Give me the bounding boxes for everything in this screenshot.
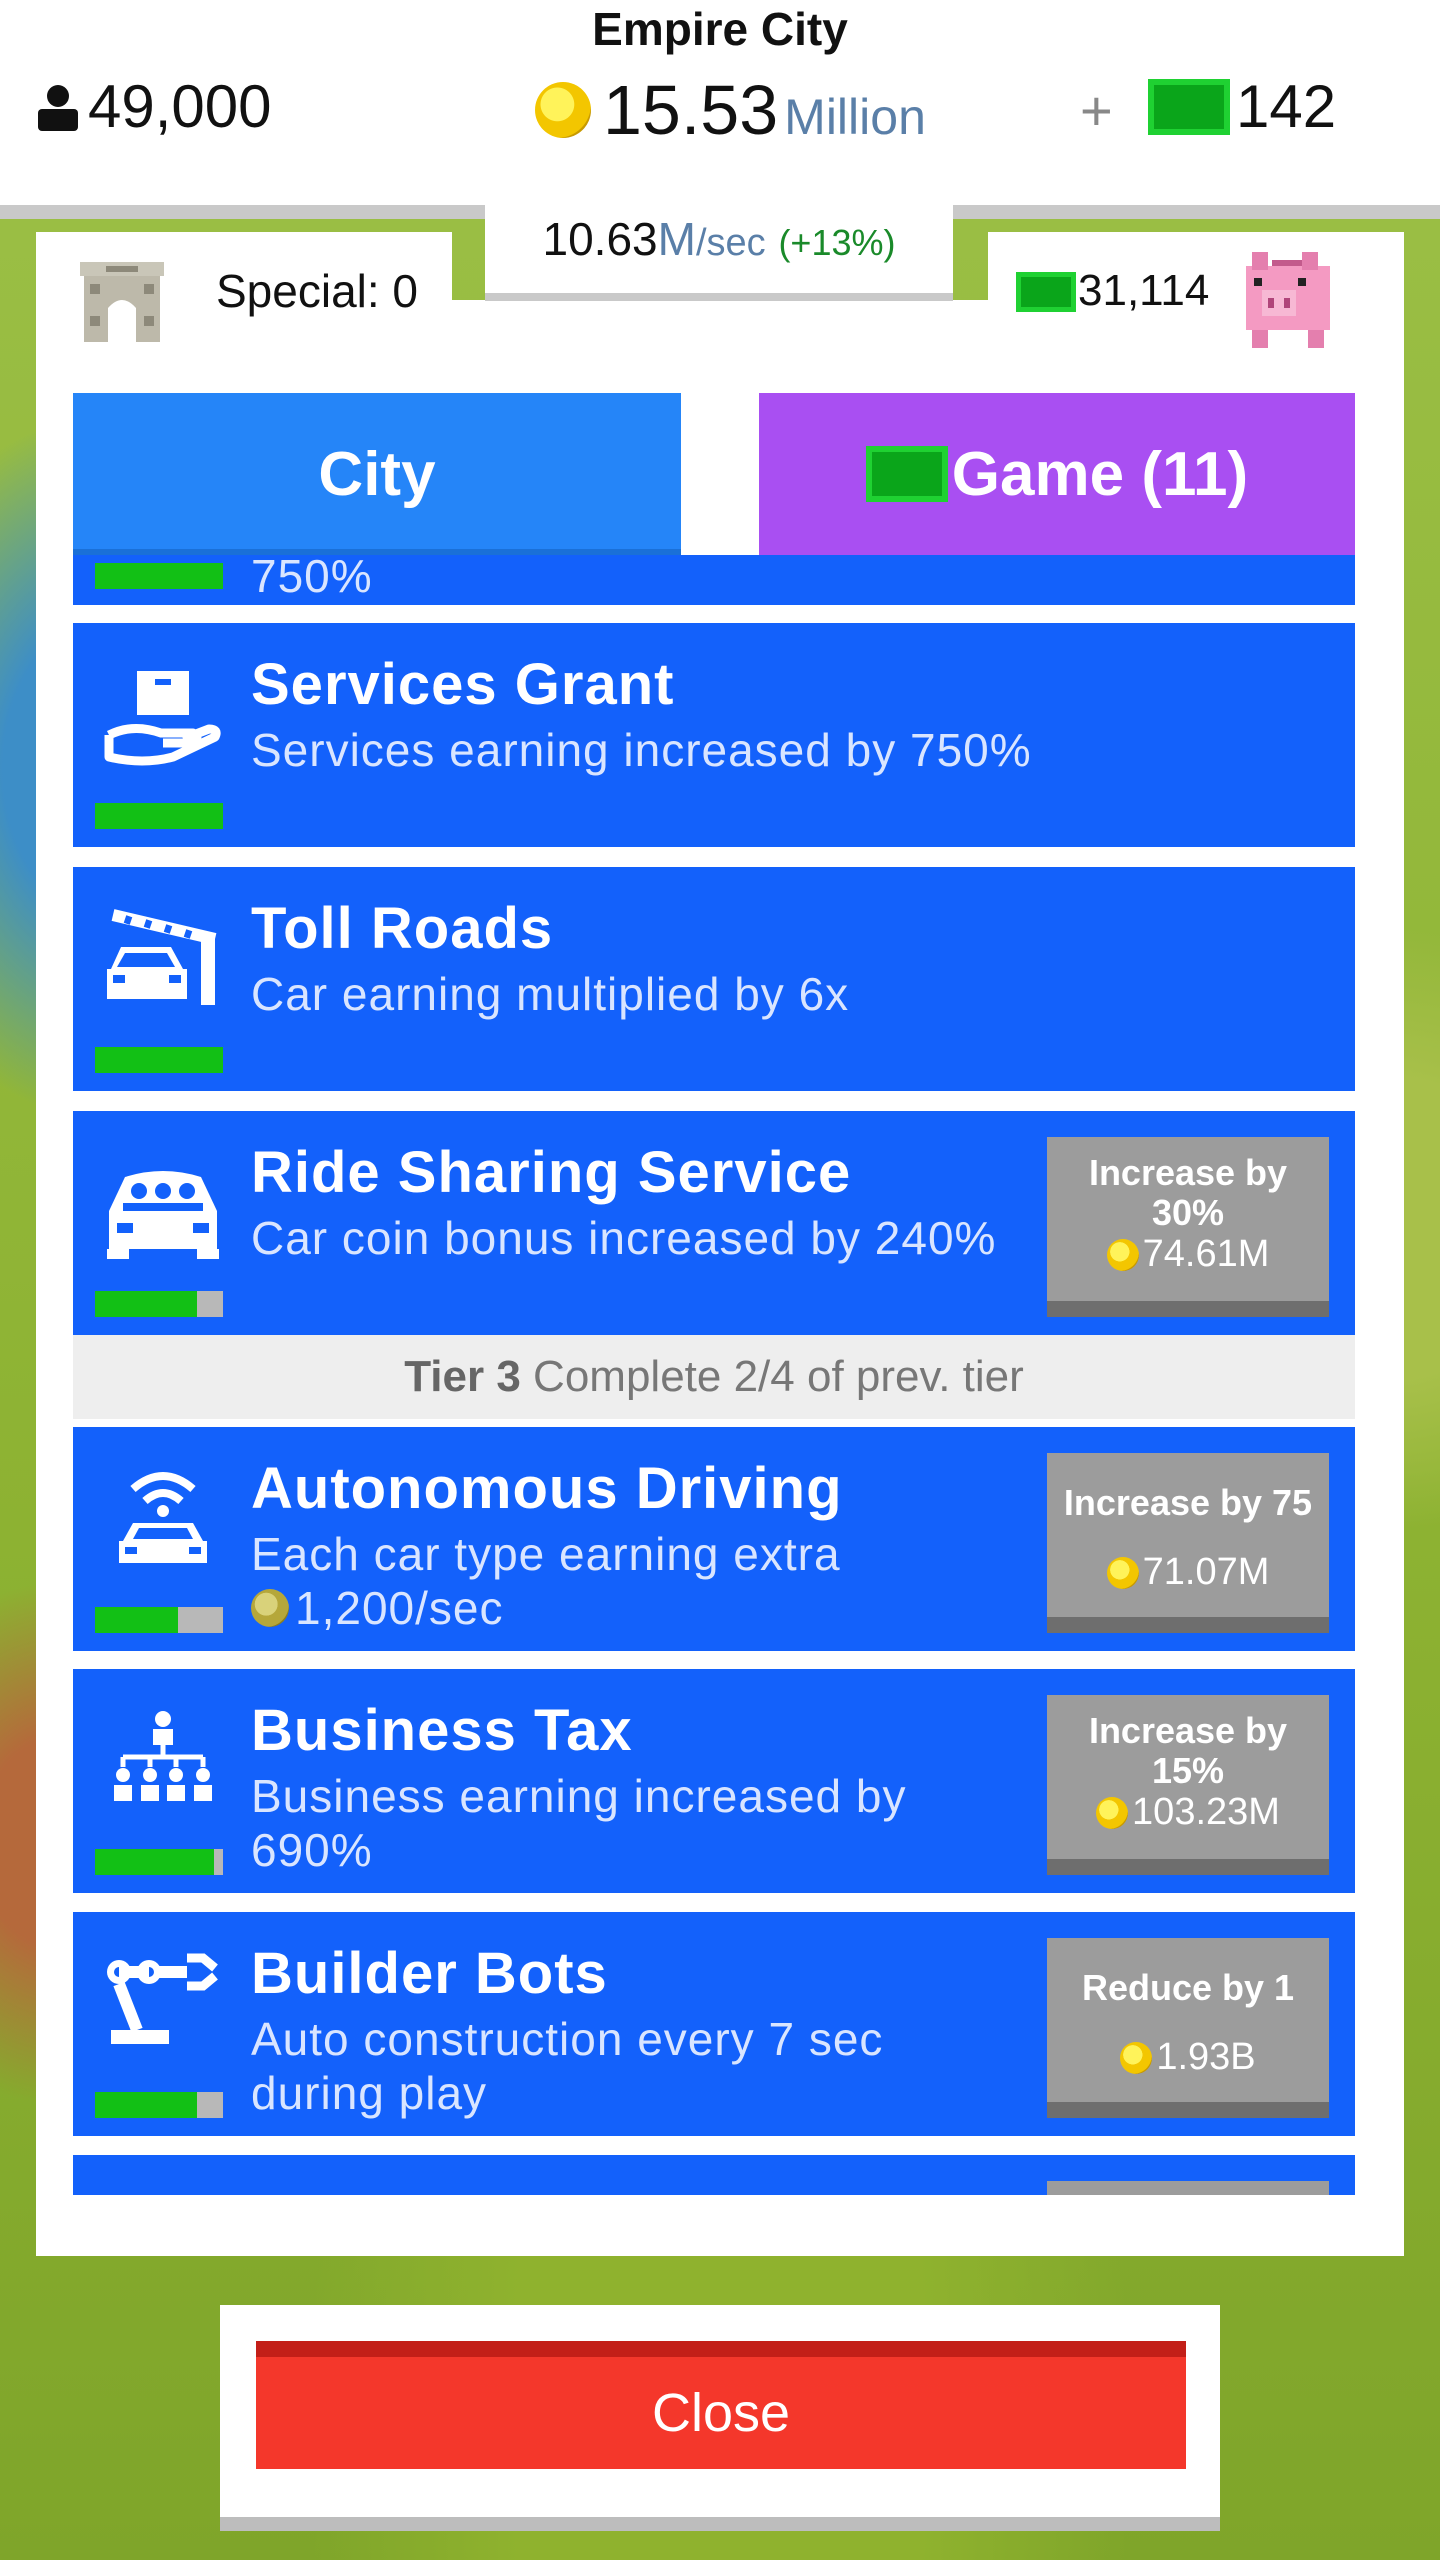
- upgrade-list[interactable]: 750% Services Grant Services earning inc…: [73, 555, 1355, 2195]
- rate-value: 10.63: [542, 213, 658, 265]
- rideshare-car-icon: [107, 1171, 219, 1259]
- special-label: Special: 0: [216, 265, 419, 317]
- close-button-frame: Close: [220, 2305, 1220, 2517]
- org-chart-icon: [114, 1711, 212, 1801]
- upgrade-progress: [95, 2092, 223, 2118]
- top-status-bar: Empire City 49,000 15.53 Million + 142: [0, 0, 1440, 205]
- coin-icon: [535, 82, 591, 138]
- tier-requirement-row: Tier 3 Complete 2/4 of prev. tier: [73, 1335, 1355, 1419]
- toll-car-icon: [107, 909, 217, 1005]
- close-label: Close: [651, 2383, 791, 2443]
- buy-price: 103.23M: [1047, 1791, 1329, 1834]
- rate-suffix: /sec: [695, 222, 766, 264]
- upgrade-card-partial: [73, 2155, 1355, 2195]
- close-button[interactable]: Close: [256, 2341, 1186, 2469]
- cash-icon: [1148, 78, 1230, 135]
- population-stat: 49,000: [36, 72, 272, 141]
- arch-icon: [80, 262, 164, 342]
- upgrade-card-services-grant: Services Grant Services earning increase…: [73, 623, 1355, 847]
- coins-value: 15.53: [603, 71, 779, 149]
- upgrade-progress: [95, 1291, 223, 1317]
- upgrade-title: Ride Sharing Service: [251, 1140, 852, 1205]
- coins-unit: Million: [784, 89, 926, 145]
- tab-city[interactable]: City: [73, 393, 681, 555]
- upgrade-card-business-tax: Business Tax Business earning increased …: [73, 1669, 1355, 1893]
- upgrade-desc: Services earning increased by 750%: [251, 724, 1032, 776]
- upgrade-progress: [95, 1849, 223, 1875]
- tab-city-label: City: [318, 439, 436, 509]
- coin-icon: [1106, 1556, 1139, 1589]
- tab-game-label: Game (11): [951, 439, 1249, 509]
- coins-stat: 15.53 Million: [535, 70, 926, 150]
- upgrade-desc-extra: 690%: [251, 1824, 373, 1876]
- upgrade-progress: [95, 1607, 223, 1633]
- buy-label-value: 30%: [1151, 1192, 1225, 1233]
- coin-icon: [1106, 1238, 1139, 1271]
- hand-box-icon: [104, 671, 221, 766]
- buy-label: Reduce by 1: [1081, 1967, 1295, 2008]
- cash-value: 142: [1236, 73, 1337, 140]
- upgrade-desc: Each car type earning extra: [251, 1528, 841, 1580]
- upgrade-desc: 750%: [251, 555, 373, 602]
- buy-price: 1.93B: [1047, 2036, 1329, 2079]
- coin-icon: [251, 1589, 289, 1627]
- builder-bots-buy-button[interactable]: Reduce by 1 1.93B: [1047, 1938, 1329, 2118]
- person-icon: [38, 84, 78, 131]
- wifi-car-icon: [119, 1472, 207, 1563]
- upgrade-card-autonomous-driving: Autonomous Driving Each car type earning…: [73, 1427, 1355, 1651]
- population-value: 49,000: [88, 73, 272, 140]
- upgrade-desc-extra: 1,200/sec: [251, 1581, 503, 1635]
- upgrade-progress: [95, 563, 223, 589]
- autonomous-driving-buy-button[interactable]: Increase by 75 71.07M: [1047, 1453, 1329, 1633]
- cash-stat: 142: [1148, 72, 1336, 141]
- robot-arm-icon: [107, 1953, 218, 2044]
- buy-price: 71.07M: [1047, 1551, 1329, 1594]
- income-rate: 10.63M/sec (+13%): [485, 205, 953, 293]
- tier-text: Complete 2/4 of prev. tier: [533, 1352, 1024, 1401]
- ride-sharing-buy-button[interactable]: Increase by 30% 74.61M: [1047, 1137, 1329, 1317]
- upgrade-card-ride-sharing: Ride Sharing Service Car coin bonus incr…: [73, 1111, 1355, 1335]
- upgrade-card: 750%: [73, 555, 1355, 605]
- rate-unit: M: [657, 213, 696, 265]
- coin-icon: [1120, 2041, 1153, 2074]
- upgrade-desc: Business earning increased by: [251, 1770, 907, 1822]
- rate-bonus: (+13%): [778, 222, 896, 263]
- upgrade-title: Services Grant: [251, 652, 675, 717]
- upgrade-title: Toll Roads: [251, 896, 554, 961]
- bank-cash-value: 31,114: [1078, 266, 1210, 315]
- tier-label: Tier 3: [404, 1352, 521, 1401]
- tab-game[interactable]: Game (11): [759, 393, 1355, 555]
- piggy-bank-icon: [1246, 252, 1330, 348]
- piggy-bank-tab[interactable]: 31,114: [988, 232, 1404, 350]
- upgrade-card-toll-roads: Toll Roads Car earning multiplied by 6x: [73, 867, 1355, 1091]
- business-tax-buy-button[interactable]: Increase by 15% 103.23M: [1047, 1695, 1329, 1875]
- upgrade-desc: Car coin bonus increased by 240%: [251, 1212, 997, 1264]
- upgrade-title: Autonomous Driving: [251, 1456, 843, 1521]
- city-name: Empire City: [592, 3, 848, 55]
- cash-icon: [865, 446, 948, 502]
- buy-label: Increase by 75: [1063, 1482, 1313, 1523]
- upgrade-card-builder-bots: Builder Bots Auto construction every 7 s…: [73, 1912, 1355, 2136]
- upgrade-progress: [95, 803, 223, 829]
- buy-label: Increase by: [1088, 1152, 1288, 1193]
- cash-icon: [1016, 272, 1076, 312]
- buy-label: Increase by: [1088, 1710, 1288, 1751]
- upgrade-desc: Auto construction every 7 sec: [251, 2013, 884, 2065]
- coin-icon: [1096, 1796, 1129, 1829]
- partial-buy-button[interactable]: [1047, 2181, 1329, 2195]
- buy-label-value: 15%: [1151, 1750, 1225, 1791]
- add-cash-button[interactable]: +: [1080, 78, 1113, 143]
- upgrade-title: Builder Bots: [251, 1941, 608, 2006]
- buy-price: 74.61M: [1047, 1233, 1329, 1276]
- special-tab[interactable]: Special: 0: [36, 232, 452, 350]
- upgrade-desc-extra: during play: [251, 2067, 488, 2119]
- upgrade-desc: Car earning multiplied by 6x: [251, 968, 850, 1020]
- upgrade-progress: [95, 1047, 223, 1073]
- upgrade-title: Business Tax: [251, 1698, 633, 1763]
